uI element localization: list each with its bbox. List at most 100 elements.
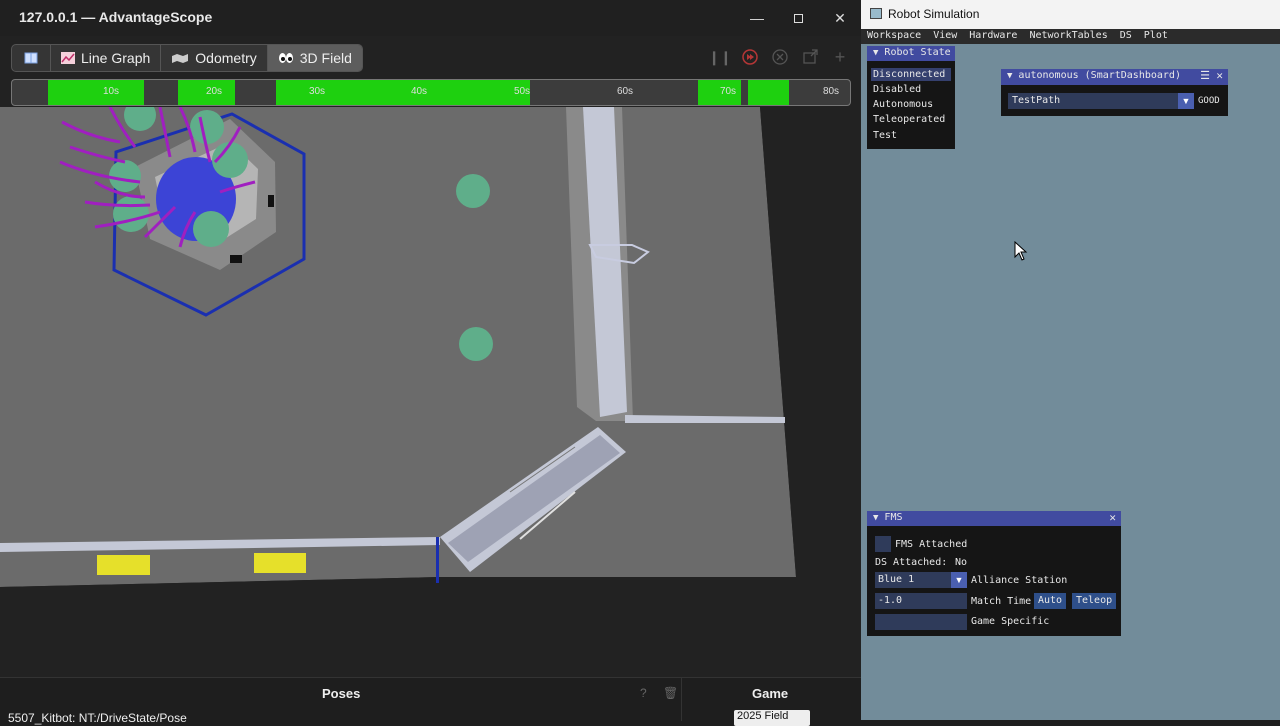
auto-button[interactable]: Auto xyxy=(1034,593,1067,609)
maximize-button[interactable] xyxy=(777,0,819,36)
timeline-tick: 60s xyxy=(616,86,634,97)
menu-workspace[interactable]: Workspace xyxy=(861,29,927,44)
robot-state-window: ▼ Robot State Disconnected Disabled Auton… xyxy=(867,46,955,149)
timeline-tick: 80s xyxy=(822,86,840,97)
bottom-panel: Poses ? 🗑 Game 5507_Kitbot: NT:/DriveSta… xyxy=(0,677,861,726)
robot-state-title: Robot State xyxy=(884,47,951,58)
state-test[interactable]: Test xyxy=(873,130,897,141)
auto-chooser-title: autonomous (SmartDashboard) xyxy=(1018,70,1181,81)
line-graph-icon xyxy=(61,52,75,64)
auto-combo[interactable]: TestPath ▼ xyxy=(1008,93,1194,109)
pose-source-row[interactable]: 5507_Kitbot: NT:/DriveState/Pose xyxy=(8,711,187,725)
auto-status: GOOD xyxy=(1198,96,1220,106)
timeline[interactable]: 10s 20s 30s 40s 50s 60s 70s 80s xyxy=(11,79,851,106)
sim-titlebar: Robot Simulation xyxy=(861,0,1280,29)
robot-simulation-window: Robot Simulation Workspace View Hardware… xyxy=(861,0,1280,720)
timeline-tick: 10s xyxy=(102,86,120,97)
alliance-combo[interactable]: Blue 1 ▼ xyxy=(875,572,967,588)
state-teleoperated[interactable]: Teleoperated xyxy=(873,114,945,125)
fms-title: FMS xyxy=(884,512,903,523)
app-icon xyxy=(870,8,882,19)
auto-chooser-titlebar[interactable]: ▼ autonomous (SmartDashboard) ☰ ✕ xyxy=(1001,69,1228,85)
live-button[interactable] xyxy=(738,46,762,68)
advantagescope-window: 127.0.0.1 — AdvantageScope — ✕ Line Grap… xyxy=(0,0,861,726)
tab-label: 3D Field xyxy=(299,50,352,66)
state-disabled[interactable]: Disabled xyxy=(873,84,921,95)
close-button[interactable]: ✕ xyxy=(819,0,861,36)
alliance-value: Blue 1 xyxy=(878,574,915,585)
menu-hardware[interactable]: Hardware xyxy=(963,29,1023,44)
tab-odometry[interactable]: Odometry xyxy=(161,45,268,71)
timeline-tick: 20s xyxy=(205,86,223,97)
map-icon xyxy=(172,54,189,63)
help-icon[interactable]: ? xyxy=(640,686,647,700)
ds-attached-label: DS Attached: xyxy=(875,557,948,568)
fms-titlebar[interactable]: ▼ FMS ✕ xyxy=(867,511,1121,526)
state-disconnected[interactable]: Disconnected xyxy=(871,68,951,81)
fms-attached-label: FMS Attached xyxy=(895,539,968,550)
popup-window-icon xyxy=(803,49,818,64)
fms-window: ▼ FMS ✕ FMS Attached DS Attached: No Blue… xyxy=(867,511,1121,636)
collapse-icon[interactable]: ▼ xyxy=(873,513,878,523)
teleop-button[interactable]: Teleop xyxy=(1072,593,1117,609)
3d-field-view[interactable] xyxy=(0,107,861,677)
auto-chooser-window: ▼ autonomous (SmartDashboard) ☰ ✕ TestPat… xyxy=(1001,69,1228,116)
close-icon: ✕ xyxy=(834,9,846,26)
tab-bar: Line Graph Odometry 3D Field xyxy=(11,44,363,72)
plus-icon: + xyxy=(834,46,846,67)
tab-3d-field[interactable]: 3D Field xyxy=(267,45,362,71)
chevron-down-icon[interactable]: ▼ xyxy=(1178,93,1194,109)
book-icon xyxy=(24,52,38,64)
live-icon xyxy=(742,49,758,65)
close-tab-button[interactable] xyxy=(768,46,792,68)
state-autonomous[interactable]: Autonomous xyxy=(873,99,933,110)
window-title: 127.0.0.1 — AdvantageScope xyxy=(19,9,213,25)
alliance-label: Alliance Station xyxy=(971,575,1068,586)
collapse-icon[interactable]: ▼ xyxy=(1007,71,1012,81)
sim-menubar: Workspace View Hardware NetworkTables DS… xyxy=(861,29,1280,44)
enabled-segment xyxy=(748,80,789,105)
match-time-input[interactable]: -1.0 xyxy=(875,593,967,609)
tab-docs[interactable] xyxy=(12,45,51,71)
tab-line-graph[interactable]: Line Graph xyxy=(51,45,162,71)
match-time-label: Match Time xyxy=(971,596,1032,607)
menu-icon[interactable]: ☰ xyxy=(1200,69,1210,82)
minimize-button[interactable]: — xyxy=(736,0,778,36)
chevron-down-icon[interactable]: ▼ xyxy=(951,572,967,588)
fms-attached-checkbox[interactable] xyxy=(875,536,891,552)
add-tab-button[interactable]: + xyxy=(828,46,852,68)
timeline-tick: 50s xyxy=(513,86,531,97)
field-render xyxy=(0,107,861,677)
panel-divider xyxy=(681,678,682,721)
tab-label: Line Graph xyxy=(81,50,151,66)
robot-state-titlebar[interactable]: ▼ Robot State xyxy=(867,46,955,61)
as-titlebar: 127.0.0.1 — AdvantageScope — ✕ xyxy=(0,0,861,36)
playback-controls: ❙❙ + xyxy=(708,46,852,68)
game-select[interactable]: 2025 Field xyxy=(734,710,810,726)
game-specific-label: Game Specific xyxy=(971,616,1050,627)
minimize-icon: — xyxy=(750,10,764,26)
ds-attached-value: No xyxy=(955,557,968,568)
close-icon[interactable]: ✕ xyxy=(1216,69,1223,82)
close-circle-icon xyxy=(772,49,788,65)
match-time-value: -1.0 xyxy=(878,595,903,606)
game-title: Game xyxy=(752,686,789,701)
game-specific-input[interactable] xyxy=(875,614,967,630)
eyes-icon xyxy=(278,53,293,63)
popup-button[interactable] xyxy=(798,46,822,68)
menu-networktables[interactable]: NetworkTables xyxy=(1023,29,1113,44)
pause-button[interactable]: ❙❙ xyxy=(708,46,732,68)
collapse-icon[interactable]: ▼ xyxy=(873,48,878,58)
close-icon[interactable]: ✕ xyxy=(1109,511,1116,524)
timeline-tick: 40s xyxy=(410,86,428,97)
enabled-segment xyxy=(48,80,144,105)
menu-ds[interactable]: DS xyxy=(1114,29,1138,44)
maximize-icon xyxy=(793,13,803,23)
sim-window-title: Robot Simulation xyxy=(888,7,980,21)
poses-title: Poses xyxy=(322,686,361,701)
menu-plot[interactable]: Plot xyxy=(1138,29,1174,44)
trash-icon[interactable]: 🗑 xyxy=(663,686,678,700)
menu-view[interactable]: View xyxy=(927,29,963,44)
tab-label: Odometry xyxy=(195,50,257,66)
auto-combo-value: TestPath xyxy=(1012,95,1061,106)
